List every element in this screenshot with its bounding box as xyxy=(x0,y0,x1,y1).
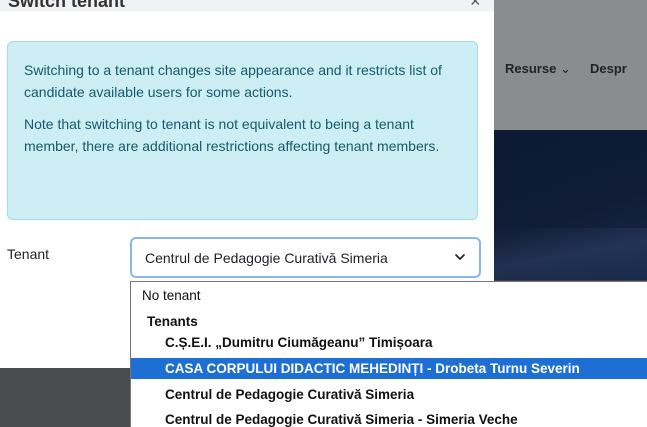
option-tenant[interactable]: C.Ș.E.I. „Dumitru Ciumăgeanu” Timișoara xyxy=(131,332,647,353)
option-tenant[interactable]: Centrul de Pedagogie Curativă Simeria xyxy=(131,384,647,405)
option-tenant-label: Centrul de Pedagogie Curativă Simeria - … xyxy=(165,412,518,427)
modal-backdrop xyxy=(0,368,130,427)
optgroup-tenants-label: Tenants xyxy=(147,314,198,329)
option-no-tenant[interactable]: No tenant xyxy=(131,285,647,306)
tenant-select-value: Centrul de Pedagogie Curativă Simeria xyxy=(145,250,388,266)
tenant-field-label: Tenant xyxy=(7,246,50,262)
info-alert: Switching to a tenant changes site appea… xyxy=(7,41,478,220)
modal-header: Switch tenant × xyxy=(0,0,494,11)
nav-item-resurse-label: Resurse xyxy=(505,61,557,76)
info-text-2: Note that switching to tenant is not equ… xyxy=(24,116,440,154)
info-text-1: Switching to a tenant changes site appea… xyxy=(24,62,442,100)
option-tenant-label: CASA CORPULUI DIDACTIC MEHEDINȚI - Drobe… xyxy=(165,361,580,376)
optgroup-tenants: Tenants xyxy=(131,311,647,332)
tenant-select[interactable]: Centrul de Pedagogie Curativă Simeria xyxy=(130,237,481,278)
option-tenant-highlighted[interactable]: CASA CORPULUI DIDACTIC MEHEDINȚI - Drobe… xyxy=(131,358,647,379)
modal-title: Switch tenant xyxy=(8,0,126,11)
nav-item-despre[interactable]: Despr xyxy=(590,61,627,76)
close-icon[interactable]: × xyxy=(470,0,481,11)
chevron-down-icon xyxy=(455,254,465,260)
tenant-dropdown-list: No tenant Tenants C.Ș.E.I. „Dumitru Cium… xyxy=(130,281,647,427)
chevron-down-icon: ⌄ xyxy=(559,61,571,76)
nav-item-resurse[interactable]: Resurse ⌄ xyxy=(505,61,571,77)
option-tenant-label: Centrul de Pedagogie Curativă Simeria xyxy=(165,387,415,402)
option-tenant[interactable]: Centrul de Pedagogie Curativă Simeria - … xyxy=(131,409,647,427)
option-tenant-label: C.Ș.E.I. „Dumitru Ciumăgeanu” Timișoara xyxy=(165,335,433,350)
option-no-tenant-label: No tenant xyxy=(142,288,201,303)
hero-decoration xyxy=(494,228,647,280)
site-navbar: Resurse ⌄ Despr xyxy=(494,0,647,130)
